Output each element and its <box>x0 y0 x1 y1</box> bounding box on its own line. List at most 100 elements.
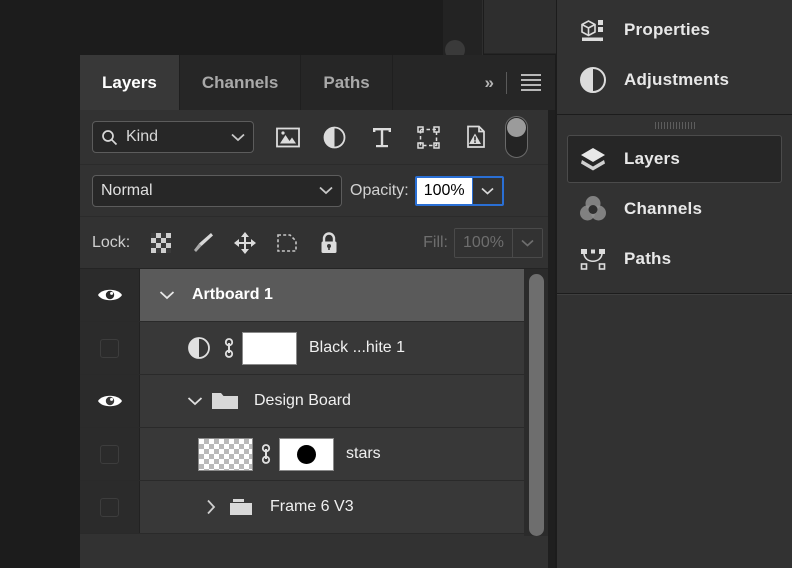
chevron-down-icon <box>231 133 245 142</box>
table-row[interactable]: Black ...hite 1 <box>80 322 555 375</box>
layers-icon <box>576 142 610 176</box>
chevron-down-icon <box>319 186 333 195</box>
blend-mode-value: Normal <box>101 181 153 199</box>
tab-paths[interactable]: Paths <box>301 55 393 110</box>
tab-layers[interactable]: Layers <box>80 55 180 110</box>
dock-item-label: Channels <box>624 199 703 218</box>
channels-icon <box>576 192 610 226</box>
dock-item-layers[interactable]: Layers <box>567 135 782 183</box>
chevron-down-icon[interactable] <box>182 396 208 406</box>
layer-name: Artboard 1 <box>192 286 273 303</box>
dock-item-properties[interactable]: Properties <box>567 6 782 54</box>
tab-channels[interactable]: Channels <box>179 55 302 110</box>
toggle-knob <box>507 118 526 137</box>
layer-row-body[interactable]: stars <box>140 428 555 480</box>
search-icon <box>101 129 118 146</box>
eye-icon <box>97 286 123 304</box>
layer-row-body[interactable]: Artboard 1 <box>140 269 555 321</box>
right-dock-sidebar: Properties Adjustments Layers Channels P… <box>556 0 792 568</box>
tab-bar-controls: » <box>484 55 555 110</box>
layer-filter-row: Kind <box>80 110 555 165</box>
adjustment-layer-icon <box>182 336 216 360</box>
type-filter-icon[interactable] <box>358 117 405 157</box>
photoshop-workspace: Properties Adjustments Layers Channels P… <box>0 0 792 568</box>
eye-off-icon <box>100 338 119 358</box>
chevron-down-icon[interactable] <box>154 290 180 300</box>
opacity-stepper-chevron-down-icon[interactable] <box>471 177 502 204</box>
lock-artboard-nesting-icon[interactable] <box>266 225 308 261</box>
tab-bar-divider <box>506 71 507 94</box>
table-row[interactable]: Artboard 1 <box>80 269 555 322</box>
tab-label: Paths <box>323 72 370 92</box>
dock-group-layers: Layers Channels Paths <box>557 115 792 294</box>
dock-item-label: Paths <box>624 249 672 268</box>
eye-icon <box>97 392 123 410</box>
opacity-label: Opacity: <box>350 181 409 199</box>
folder-closed-icon <box>224 496 258 518</box>
layers-scrollbar-thumb[interactable] <box>529 274 544 536</box>
layer-row-body[interactable]: Design Board <box>140 375 555 427</box>
layer-mask-link-icon[interactable] <box>253 441 279 467</box>
filter-type-buttons <box>264 117 499 157</box>
lock-buttons <box>140 225 350 261</box>
filter-kind-select[interactable]: Kind <box>92 121 254 153</box>
layer-name: stars <box>346 445 381 462</box>
canvas-background-panel <box>484 0 556 54</box>
lock-position-icon[interactable] <box>224 225 266 261</box>
table-row[interactable]: Design Board <box>80 375 555 428</box>
adjustment-filter-icon[interactable] <box>311 117 358 157</box>
eye-off-icon <box>100 444 119 464</box>
overflow-chevron-icon[interactable]: » <box>485 73 495 93</box>
layer-visibility-toggle[interactable] <box>80 322 140 374</box>
layer-visibility-toggle[interactable] <box>80 481 140 533</box>
eye-off-icon <box>100 497 119 517</box>
chevron-right-icon[interactable] <box>198 499 224 515</box>
layer-mask-link-icon[interactable] <box>216 335 242 361</box>
dock-item-adjustments[interactable]: Adjustments <box>567 56 782 104</box>
layer-row-body[interactable]: Frame 6 V3 <box>140 481 555 533</box>
layer-mask-thumbnail[interactable] <box>242 331 297 365</box>
layer-mask-thumbnail[interactable] <box>279 437 334 471</box>
layer-visibility-toggle[interactable] <box>80 269 140 321</box>
blend-mode-select[interactable]: Normal <box>92 174 342 207</box>
panel-drag-handle[interactable] <box>557 119 792 131</box>
dock-item-label: Layers <box>624 149 681 168</box>
layer-name: Black ...hite 1 <box>309 339 406 356</box>
lock-all-icon[interactable] <box>308 225 350 261</box>
paths-icon <box>576 242 610 276</box>
dock-item-label: Properties <box>624 20 711 39</box>
dock-item-paths[interactable]: Paths <box>567 235 782 283</box>
fill-stepper-chevron-down-icon[interactable] <box>512 228 542 257</box>
filter-enable-toggle[interactable] <box>505 116 528 158</box>
dock-empty-area <box>557 294 792 554</box>
opacity-field[interactable]: 100% <box>414 175 504 206</box>
blend-mode-row: Normal Opacity: 100% <box>80 165 555 217</box>
dock-group-properties: Properties Adjustments <box>557 0 792 115</box>
table-row[interactable]: Frame 6 V3 <box>80 481 555 534</box>
layer-visibility-toggle[interactable] <box>80 428 140 480</box>
layer-row-body[interactable]: Black ...hite 1 <box>140 322 555 374</box>
table-row[interactable]: stars <box>80 428 555 481</box>
dock-item-label: Adjustments <box>624 70 730 89</box>
panel-edge <box>548 110 555 568</box>
tab-bar-spacer <box>392 55 485 110</box>
layer-thumbnail[interactable] <box>198 437 253 471</box>
layers-panel: Layers Channels Paths » Kind Normal Opac… <box>80 55 555 568</box>
mask-shape <box>297 444 316 464</box>
adjustments-icon <box>576 63 610 97</box>
dock-item-channels[interactable]: Channels <box>567 185 782 233</box>
fill-field[interactable]: 100% <box>454 227 543 258</box>
layers-list: Artboard 1 Black ...hite 1 Design Board … <box>80 269 555 536</box>
layer-name: Frame 6 V3 <box>270 498 354 515</box>
layer-name: Design Board <box>254 392 351 409</box>
hamburger-menu-icon[interactable] <box>521 74 541 91</box>
smart-object-filter-icon[interactable] <box>452 117 499 157</box>
panel-tab-bar: Layers Channels Paths » <box>80 55 555 110</box>
properties-icon <box>576 13 610 47</box>
lock-pixels-icon[interactable] <box>182 225 224 261</box>
opacity-value[interactable]: 100% <box>416 177 472 204</box>
shape-filter-icon[interactable] <box>405 117 452 157</box>
lock-transparency-icon[interactable] <box>140 225 182 261</box>
image-filter-icon[interactable] <box>264 117 311 157</box>
layer-visibility-toggle[interactable] <box>80 375 140 427</box>
